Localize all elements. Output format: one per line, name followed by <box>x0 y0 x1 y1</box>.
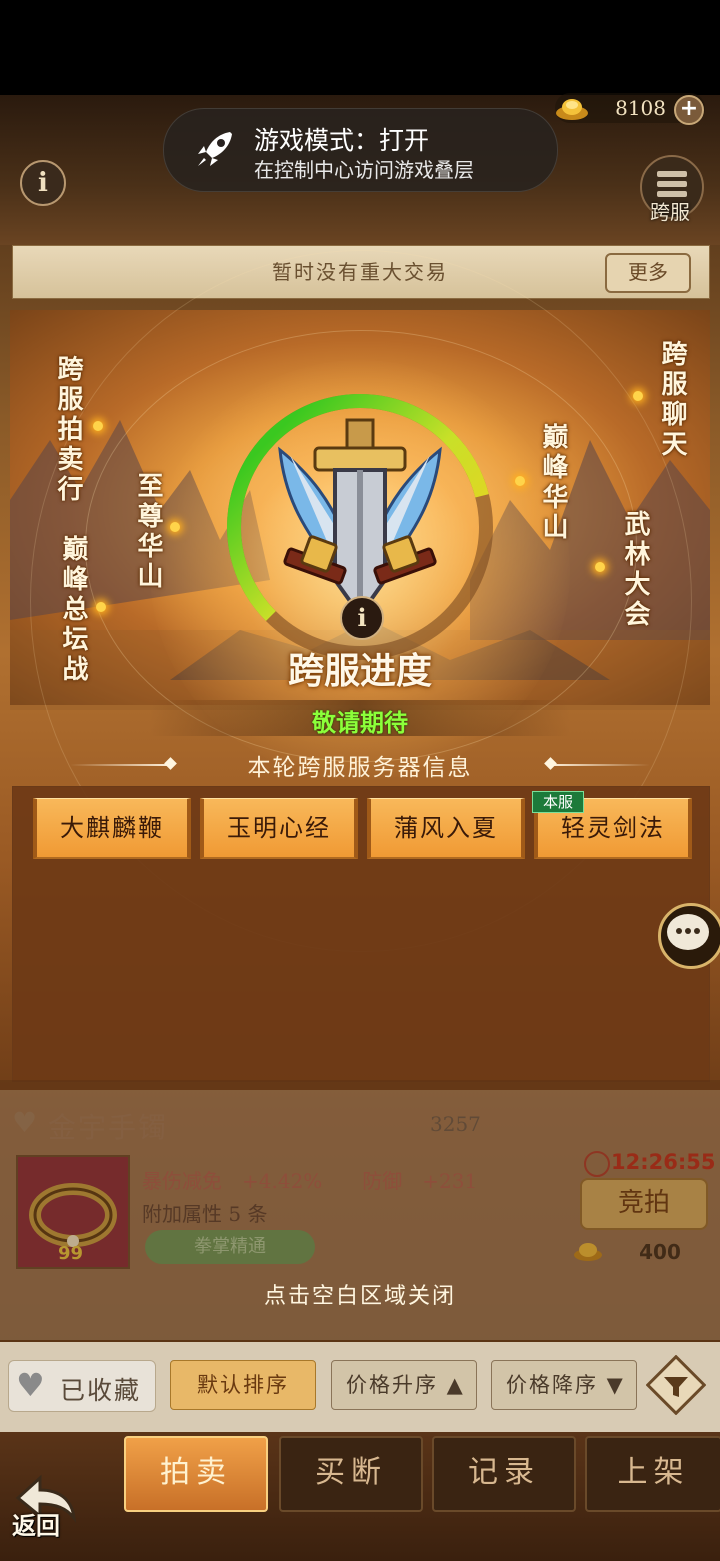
server-info-title: 本轮跨服服务器信息 <box>247 755 473 781</box>
cross-server-label: 跨服 <box>650 200 690 224</box>
toast-title: 游戏模式：打开 <box>254 126 430 155</box>
filter-icon[interactable] <box>646 1355 706 1415</box>
sort-price-asc-button[interactable]: 价格升序 ▲ <box>331 1360 477 1410</box>
tab-buyout[interactable]: 买断 <box>279 1436 423 1512</box>
status-area <box>0 0 720 95</box>
sort-price-desc-button[interactable]: 价格降序 ▼ <box>491 1360 637 1410</box>
tab-auction[interactable]: 拍卖 <box>124 1436 268 1512</box>
toast-subtitle: 在控制中心访问游戏叠层 <box>254 158 474 182</box>
progress-title: 跨服进度 <box>287 650 432 692</box>
map-marker <box>633 391 643 401</box>
map-marker <box>170 522 180 532</box>
map-label-peak-forum-battle[interactable]: 巅峰总坛战 <box>55 535 92 685</box>
map-label-martial-arts-conference[interactable]: 武林大会 <box>617 510 654 630</box>
server-button[interactable]: 玉明心经 <box>200 798 358 859</box>
map-label-cross-server-auction[interactable]: 跨服拍卖行 <box>50 355 87 505</box>
progress-status: 敬请期待 <box>312 708 408 737</box>
map-marker <box>93 421 103 431</box>
tab-records[interactable]: 记录 <box>432 1436 576 1512</box>
sort-default-button[interactable]: 默认排序 <box>170 1360 316 1410</box>
map-label-peak-huashan[interactable]: 巅峰华山 <box>535 423 572 543</box>
tab-list-item[interactable]: 上架 <box>585 1436 720 1512</box>
server-button[interactable]: 蒲风入夏 <box>367 798 525 859</box>
more-button[interactable]: 更多 <box>605 253 691 293</box>
divider-left <box>70 764 170 766</box>
map-marker <box>595 562 605 572</box>
currency-amount: 8108 <box>615 96 666 120</box>
chat-bubble-icon <box>667 914 709 950</box>
close-hint: 点击空白区域关闭 <box>263 1284 456 1309</box>
server-button[interactable]: 大麒麟鞭 <box>33 798 191 859</box>
own-server-badge: 本服 <box>532 791 584 813</box>
heart-icon: ♥ <box>16 1366 45 1404</box>
favorites-label: 已收藏 <box>60 1376 142 1405</box>
rocket-icon <box>198 132 232 166</box>
map-marker <box>515 476 525 486</box>
back-label[interactable]: 返回 <box>12 1506 60 1541</box>
plus-icon[interactable]: + <box>674 95 704 125</box>
map-label-supreme-huashan[interactable]: 至尊华山 <box>130 472 167 592</box>
map-label-cross-server-chat[interactable]: 跨服聊天 <box>654 340 691 460</box>
gold-ingot-icon <box>556 99 588 120</box>
divider-right <box>550 764 650 766</box>
progress-info-icon[interactable]: i <box>340 596 384 640</box>
info-icon[interactable]: i <box>20 160 66 206</box>
map-marker <box>96 602 106 612</box>
